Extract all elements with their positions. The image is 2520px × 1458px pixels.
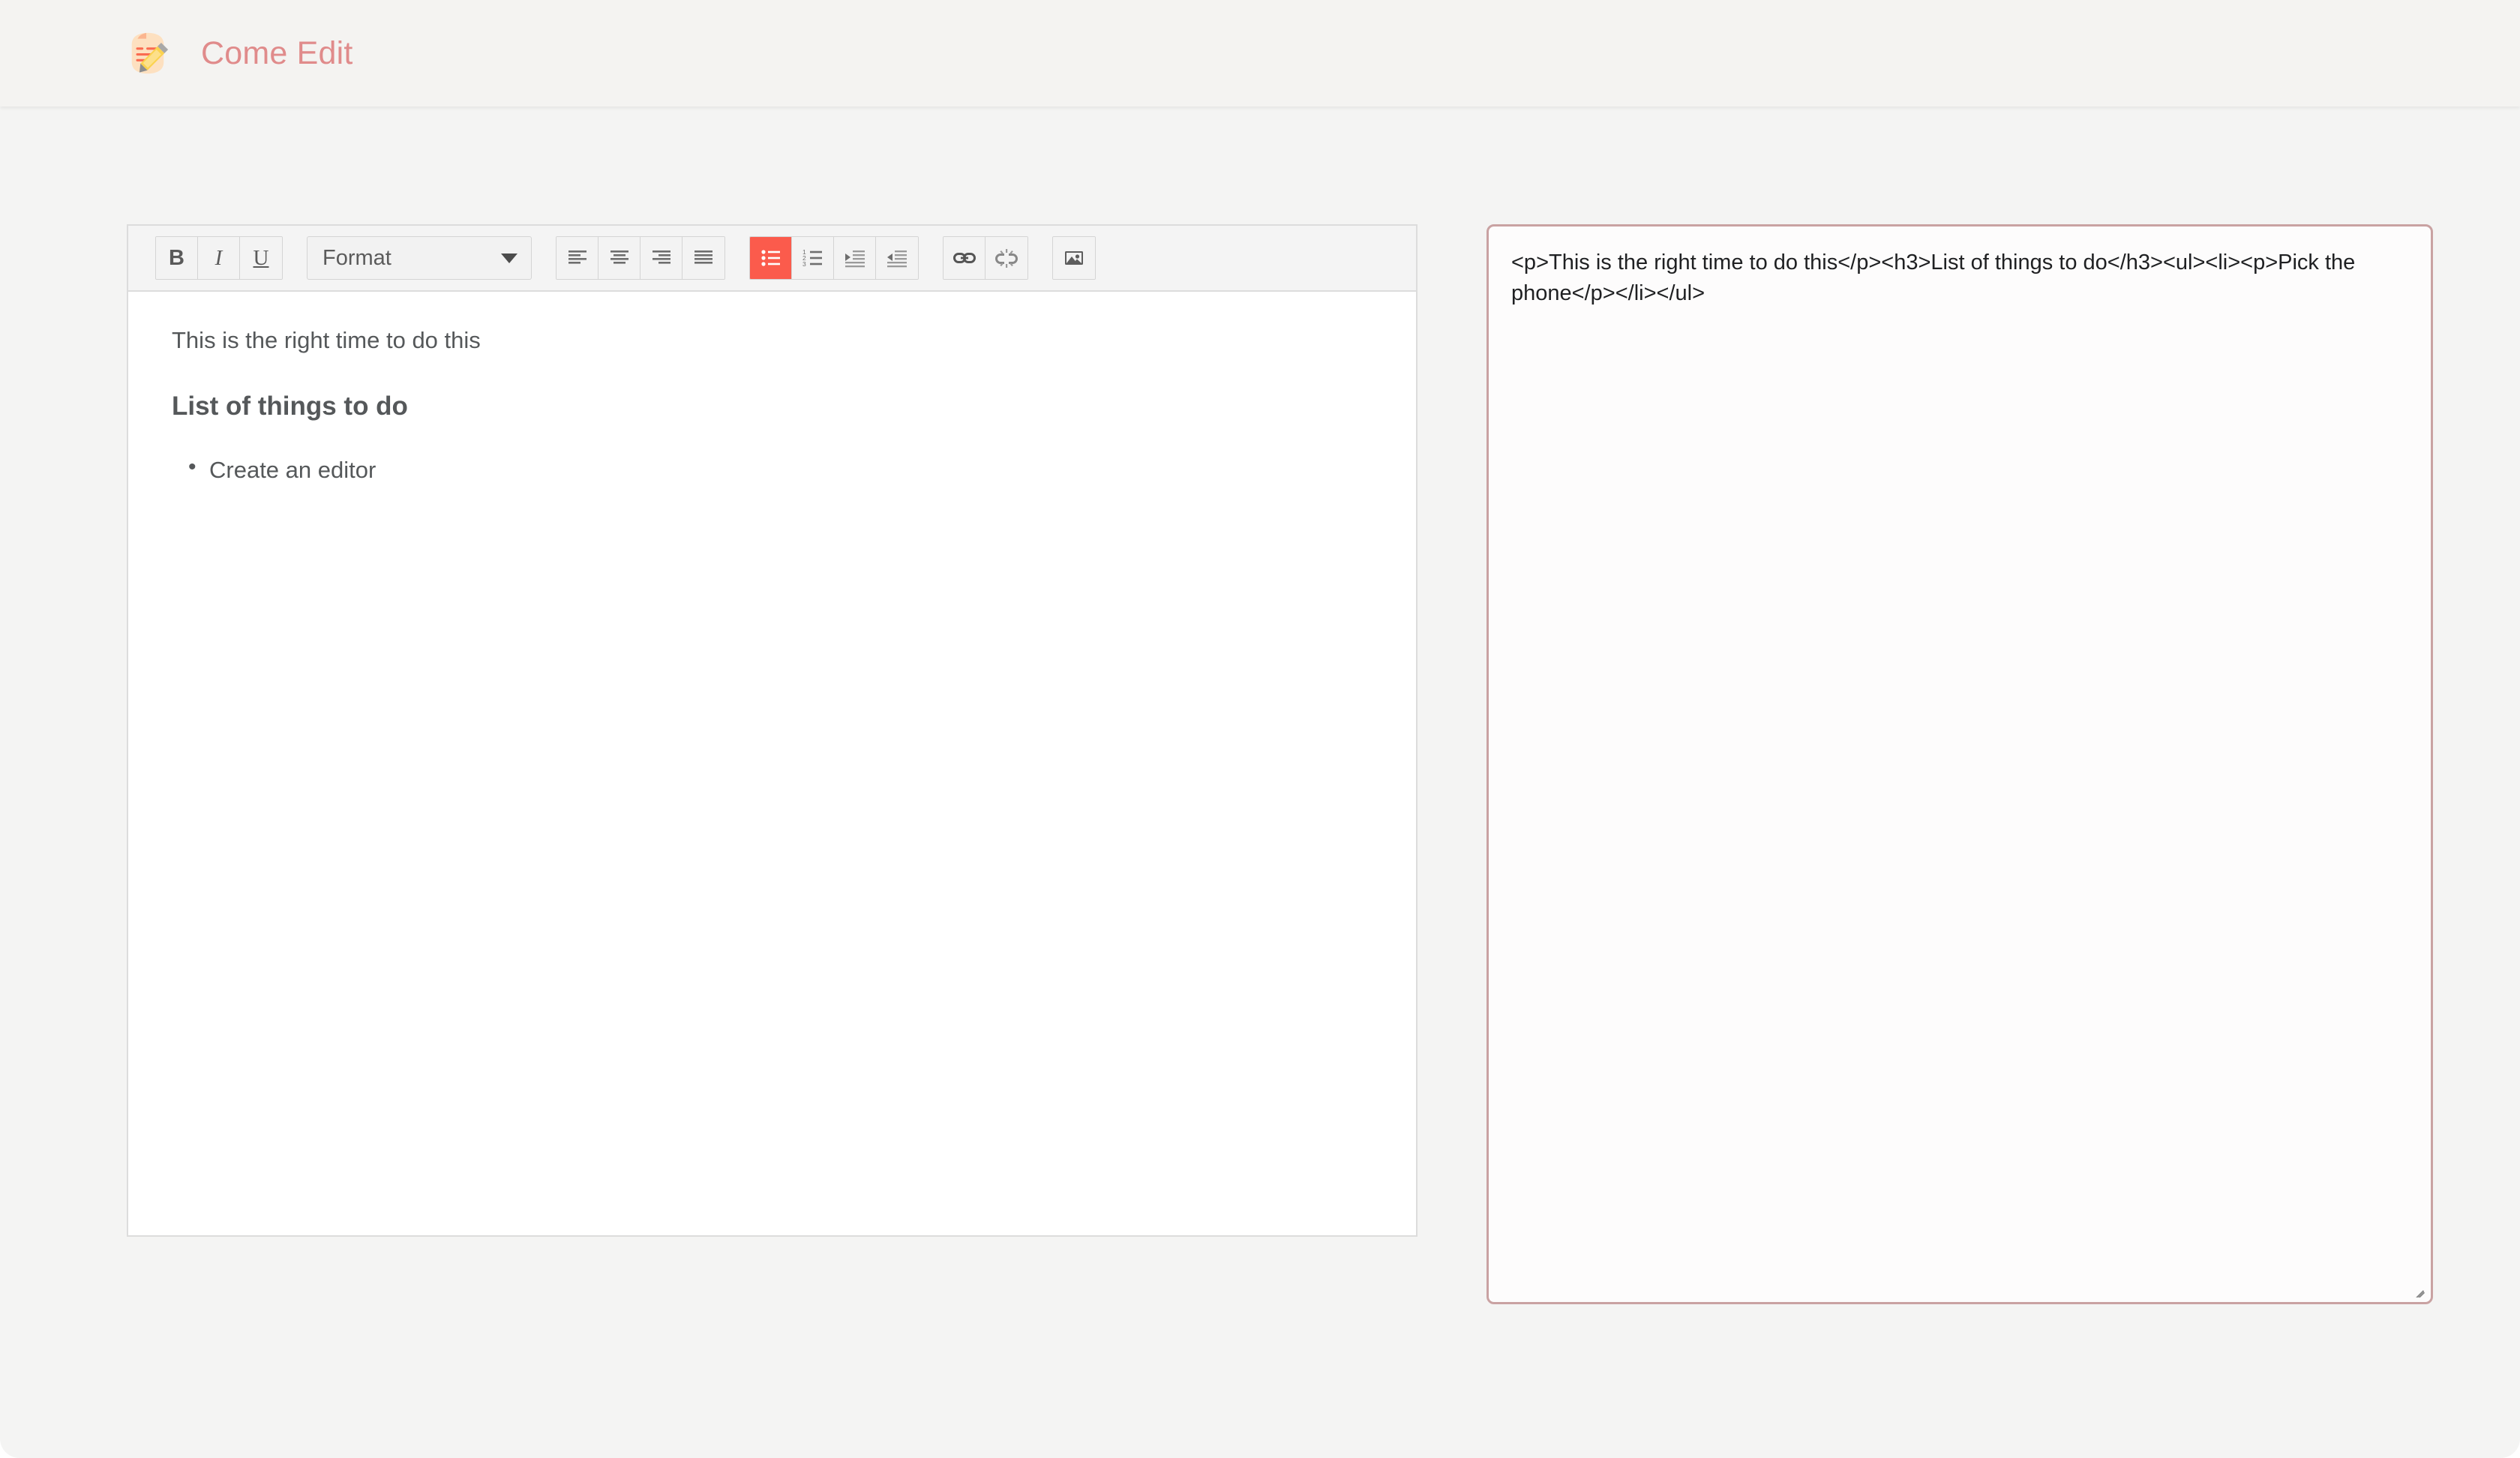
align-left-icon [568,250,586,264]
italic-button[interactable]: I [198,237,240,279]
image-icon [1065,251,1083,265]
media-button-group [1052,236,1096,280]
outdent-button[interactable] [876,237,918,279]
indent-button[interactable] [834,237,876,279]
bullet-list-icon [760,250,780,266]
bold-button[interactable]: B [156,237,198,279]
format-select[interactable]: Format [307,236,532,280]
underline-icon: U [253,245,269,270]
bullet-list-button[interactable] [750,237,792,279]
underline-button[interactable]: U [240,237,282,279]
chevron-down-icon [501,253,518,263]
editor-paragraph: This is the right time to do this [172,327,481,353]
list-item: Create an editor [172,452,1372,486]
bold-icon: B [169,245,184,270]
unlink-icon [995,249,1018,268]
editor-content-area[interactable]: This is the right time to do this List o… [128,292,1416,1235]
align-right-button[interactable] [640,237,682,279]
italic-icon: I [214,245,223,270]
app-header: Come Edit [0,0,2520,106]
outdent-icon [887,250,907,268]
html-source-wrapper [1486,224,2433,1304]
align-left-button[interactable] [556,237,598,279]
numbered-list-button[interactable]: 1 2 3 [792,237,834,279]
workspace: B I U Format 1 2 3 This is the right tim… [0,106,2520,1458]
link-icon [952,253,976,263]
link-button-group [943,236,1028,280]
text-style-button-group: B I U [155,236,283,280]
html-source-textarea[interactable] [1486,224,2433,1304]
align-justify-button[interactable] [682,237,724,279]
numbered-list-icon: 1 2 3 [802,248,822,268]
align-right-icon [652,250,670,264]
editor-heading: List of things to do [172,391,408,421]
app-viewport: Come Edit B I U Format 1 2 3 This is the… [0,0,2520,1458]
insert-link-button[interactable] [944,237,986,279]
unlink-button[interactable] [986,237,1028,279]
align-justify-icon [694,250,712,264]
list-button-group: 1 2 3 [749,236,919,280]
align-center-button[interactable] [598,237,640,279]
format-select-label: Format [322,245,392,270]
align-center-icon [610,250,628,264]
indent-icon [844,250,865,268]
insert-image-button[interactable] [1053,237,1095,279]
alignment-button-group [556,236,725,280]
page-title: Come Edit [201,34,353,71]
rich-text-editor-panel: B I U Format 1 2 3 This is the right tim… [127,224,1418,1237]
svg-text:3: 3 [802,260,806,268]
document-pencil-icon [124,30,171,76]
editor-toolbar: B I U Format 1 2 3 [128,226,1416,292]
editor-bullet-list: Create an editor [172,452,1372,486]
